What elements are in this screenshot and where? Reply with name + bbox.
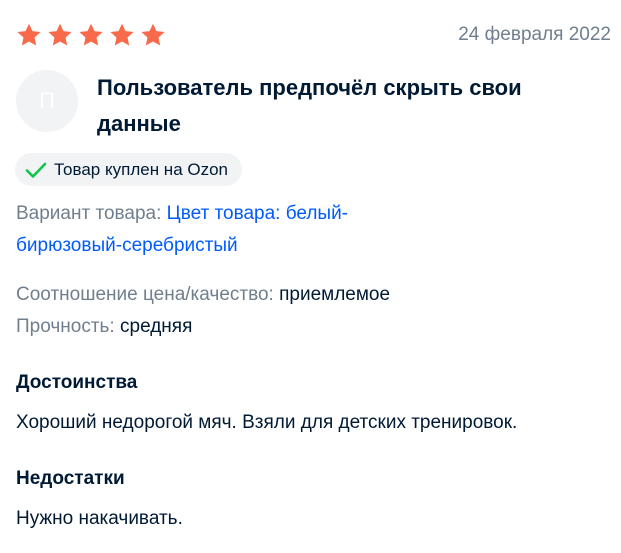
pros-text: Хороший недорогой мяч. Взяли для детских… xyxy=(16,412,518,433)
purchased-badge-label: Товар куплен на Ozon xyxy=(54,159,229,179)
avatar: П xyxy=(16,70,78,132)
star-icon xyxy=(48,23,72,46)
attribute-value: приемлемое xyxy=(279,284,391,305)
variant-label: Вариант товара: xyxy=(16,203,162,224)
review-date: 24 февраля 2022 xyxy=(458,24,611,45)
star-icon xyxy=(110,23,134,46)
star-icon xyxy=(79,23,103,46)
attribute-durability: Прочность: средняя xyxy=(16,312,192,342)
cons-title: Недостатки xyxy=(16,468,125,489)
star-icon xyxy=(17,23,41,46)
author-name: Пользователь предпочёл скрыть свои данны… xyxy=(97,75,522,136)
purchased-badge: Товар куплен на Ozon xyxy=(15,153,243,186)
star-icon xyxy=(141,23,165,46)
pros-title: Достоинства xyxy=(16,372,138,393)
rating-stars xyxy=(15,22,167,49)
product-variant: Вариант товара: Цвет товара: белый-бирюз… xyxy=(16,198,416,262)
check-icon xyxy=(25,162,47,178)
attribute-value: средняя xyxy=(120,316,193,337)
attribute-label: Прочность: xyxy=(16,316,115,337)
attribute-price-quality: Соотношение цена/качество: приемлемое xyxy=(16,280,390,310)
review-card: 24 февраля 2022 П Пользователь предпочёл… xyxy=(0,0,621,553)
attribute-label: Соотношение цена/качество: xyxy=(16,284,274,305)
cons-text: Нужно накачивать. xyxy=(16,508,183,529)
